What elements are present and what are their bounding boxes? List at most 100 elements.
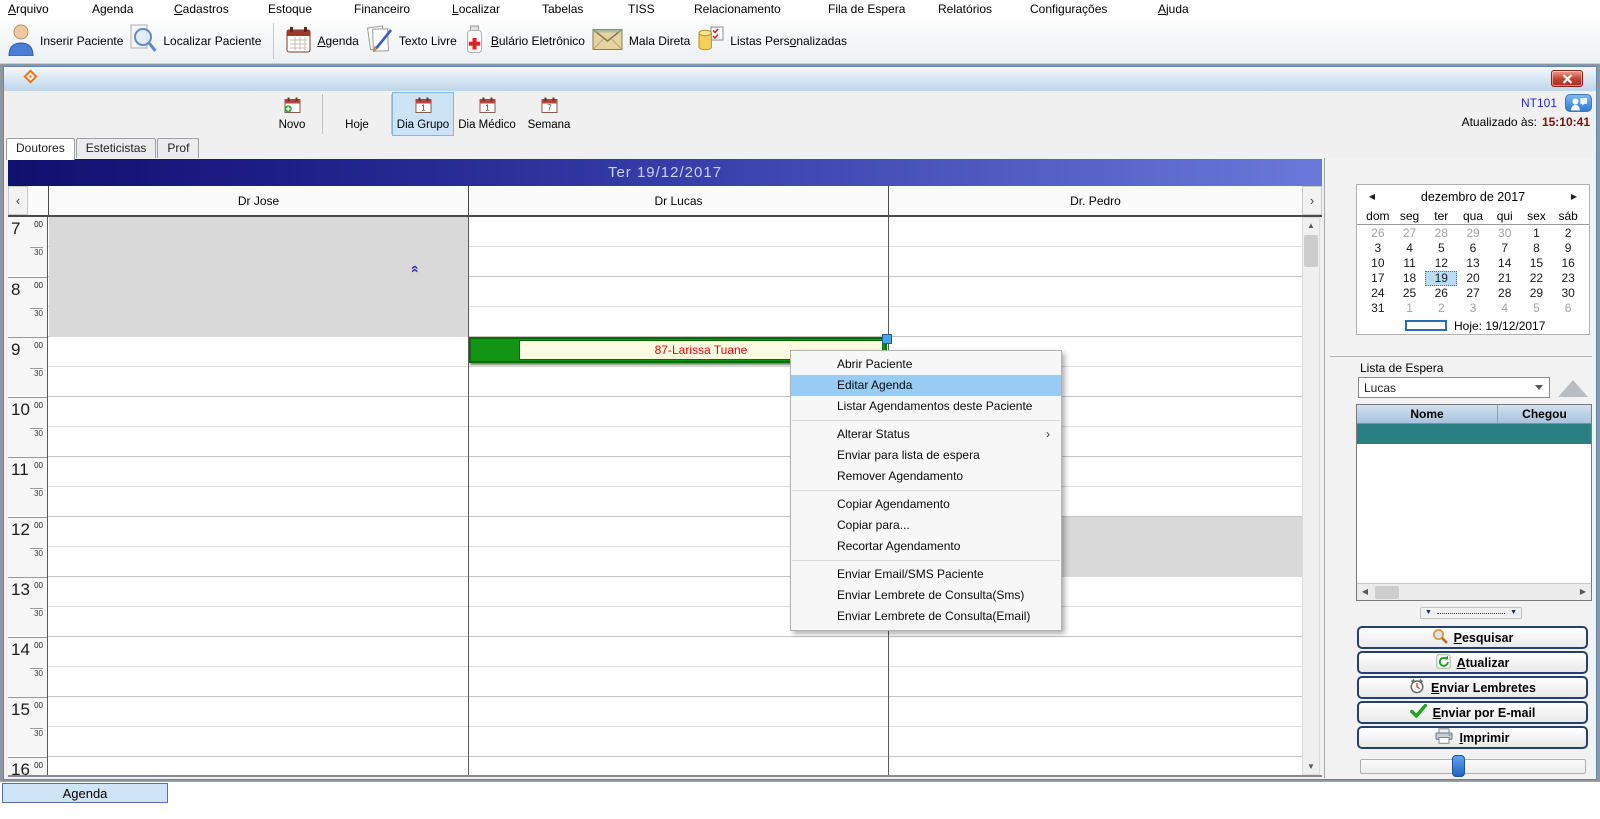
view-button-semana[interactable]: 7 Semana <box>520 92 578 136</box>
toolbar-item-texto-livre[interactable]: Texto Livre <box>366 25 457 57</box>
calendar-day-23[interactable]: 23 <box>1552 272 1584 285</box>
calendar-prev-icon[interactable]: ◀ <box>1366 192 1378 201</box>
view-button-novo[interactable]: Novo <box>262 92 322 136</box>
context-item-enviar-email-sms-paciente[interactable]: Enviar Email/SMS Paciente <box>791 564 1061 585</box>
menu-configura-es[interactable]: Configurações <box>1030 2 1107 16</box>
appointment-resize-handle[interactable] <box>882 334 892 344</box>
waiting-list-hscrollbar[interactable]: ◀ ▶ <box>1357 583 1591 600</box>
calendar-day-12[interactable]: 12 <box>1425 257 1457 270</box>
context-item-remover-agendamento[interactable]: Remover Agendamento <box>791 466 1061 487</box>
view-button-dia-m-dico[interactable]: 1 Dia Médico <box>454 92 520 136</box>
calendar-day-11[interactable]: 11 <box>1394 257 1426 270</box>
calendar-day-5[interactable]: 5 <box>1521 302 1553 315</box>
mini-calendar[interactable]: ◀ dezembro de 2017 ▶ dom seg ter qua qui sex s… <box>1356 184 1590 335</box>
menu-tiss[interactable]: TISS <box>628 2 655 16</box>
context-item-enviar-lembrete-de-consulta-sms[interactable]: Enviar Lembrete de Consulta(Sms) <box>791 585 1061 606</box>
toolbar-item-inserir-paciente[interactable]: Inserir Paciente <box>8 23 123 59</box>
calendar-day-19[interactable]: 19 <box>1425 271 1458 286</box>
zoom-slider-handle[interactable] <box>1452 755 1465 777</box>
calendar-day-29[interactable]: 29 <box>1457 227 1489 240</box>
calendar-day-10[interactable]: 10 <box>1362 257 1394 270</box>
menu-tabelas[interactable]: Tabelas <box>542 2 583 16</box>
move-up-icon[interactable] <box>1558 380 1588 397</box>
column-header-dr-jose[interactable]: Dr Jose <box>48 186 468 215</box>
calendar-day-3[interactable]: 3 <box>1457 302 1489 315</box>
scroll-up-icon[interactable]: ▲ <box>1304 218 1318 233</box>
context-item-enviar-para-lista-de-espera[interactable]: Enviar para lista de espera <box>791 445 1061 466</box>
button-pesquisar[interactable]: Pesquisar <box>1357 626 1588 649</box>
menu-localizar[interactable]: Localizar <box>452 2 500 16</box>
calendar-day-7[interactable]: 7 <box>1489 242 1521 255</box>
context-item-enviar-lembrete-de-consulta-email[interactable]: Enviar Lembrete de Consulta(Email) <box>791 606 1061 627</box>
button-atualizar[interactable]: Atualizar <box>1357 651 1588 674</box>
button-enviar-por-e-mail[interactable]: Enviar por E-mail <box>1357 701 1588 724</box>
toolbar-item-mala-direta[interactable]: Mala Direta <box>592 27 690 55</box>
menu-relat-rios[interactable]: Relatórios <box>938 2 992 16</box>
scroll-left-icon[interactable]: ◀ <box>1357 584 1373 600</box>
calendar-day-16[interactable]: 16 <box>1552 257 1584 270</box>
context-item-listar-agendamentos-deste-paciente[interactable]: Listar Agendamentos deste Paciente <box>791 396 1061 417</box>
menu-ajuda[interactable]: Ajuda <box>1158 2 1189 16</box>
calendar-day-1[interactable]: 1 <box>1521 227 1553 240</box>
context-item-abrir-paciente[interactable]: Abrir Paciente <box>791 354 1061 375</box>
calendar-day-3[interactable]: 3 <box>1362 242 1394 255</box>
calendar-day-27[interactable]: 27 <box>1457 287 1489 300</box>
tab-esteticistas[interactable]: Esteticistas <box>75 138 157 158</box>
menu-arquivo[interactable]: Arquivo <box>8 2 49 16</box>
calendar-day-4[interactable]: 4 <box>1394 242 1426 255</box>
calendar-day-26[interactable]: 26 <box>1425 287 1457 300</box>
calendar-day-26[interactable]: 26 <box>1362 227 1394 240</box>
agenda-titlebar[interactable] <box>4 67 1596 91</box>
button-imprimir[interactable]: Imprimir <box>1357 726 1588 749</box>
scroll-thumb[interactable] <box>1375 586 1399 599</box>
waiting-col-nome[interactable]: Nome <box>1357 405 1497 423</box>
menu-fila-de-espera[interactable]: Fila de Espera <box>828 2 905 16</box>
calendar-day-4[interactable]: 4 <box>1489 302 1521 315</box>
menu-agenda[interactable]: Agenda <box>92 2 133 16</box>
calendar-day-20[interactable]: 20 <box>1457 272 1489 285</box>
calendar-day-28[interactable]: 28 <box>1425 227 1457 240</box>
view-button-dia-grupo[interactable]: 1 Dia Grupo <box>392 92 454 136</box>
context-item-copiar-para[interactable]: Copiar para... <box>791 515 1061 536</box>
calendar-day-31[interactable]: 31 <box>1362 302 1394 315</box>
calendar-day-1[interactable]: 1 <box>1394 302 1426 315</box>
calendar-day-8[interactable]: 8 <box>1521 242 1553 255</box>
calendar-day-22[interactable]: 22 <box>1521 272 1553 285</box>
calendar-day-30[interactable]: 30 <box>1489 227 1521 240</box>
calendar-day-13[interactable]: 13 <box>1457 257 1489 270</box>
waiting-col-chegou[interactable]: Chegou <box>1497 405 1591 423</box>
close-button[interactable] <box>1551 70 1583 87</box>
calendar-day-28[interactable]: 28 <box>1489 287 1521 300</box>
context-item-editar-agenda[interactable]: Editar Agenda <box>791 375 1061 396</box>
panel-splitter[interactable]: ▼ ▼ <box>1420 607 1522 619</box>
grid-vertical-scrollbar[interactable]: ▲ ▼ <box>1302 217 1320 775</box>
calendar-day-15[interactable]: 15 <box>1521 257 1553 270</box>
calendar-day-2[interactable]: 2 <box>1425 302 1457 315</box>
zoom-slider-track[interactable] <box>1360 759 1586 774</box>
scroll-columns-left[interactable]: ‹ <box>8 186 28 215</box>
calendar-day-14[interactable]: 14 <box>1489 257 1521 270</box>
calendar-day-21[interactable]: 21 <box>1489 272 1521 285</box>
calendar-day-30[interactable]: 30 <box>1552 287 1584 300</box>
expand-up-icon[interactable]: « <box>408 265 424 273</box>
button-enviar-lembretes[interactable]: Enviar Lembretes <box>1357 676 1588 699</box>
calendar-day-5[interactable]: 5 <box>1425 242 1457 255</box>
column-header-dr-pedro[interactable]: Dr. Pedro <box>888 186 1302 215</box>
toolbar-item-bul-rio-eletr-nico[interactable]: Bulário Eletrônico <box>464 25 585 57</box>
scroll-right-icon[interactable]: ▶ <box>1575 584 1591 600</box>
menu-relacionamento[interactable]: Relacionamento <box>694 2 781 16</box>
context-item-recortar-agendamento[interactable]: Recortar Agendamento <box>791 536 1061 557</box>
context-item-alterar-status[interactable]: Alterar Status › <box>791 424 1061 445</box>
tab-prof[interactable]: Prof <box>157 138 200 158</box>
column-header-dr-lucas[interactable]: Dr Lucas <box>468 186 888 215</box>
context-item-copiar-agendamento[interactable]: Copiar Agendamento <box>791 494 1061 515</box>
menu-financeiro[interactable]: Financeiro <box>354 2 410 16</box>
calendar-day-9[interactable]: 9 <box>1552 242 1584 255</box>
calendar-day-18[interactable]: 18 <box>1394 272 1426 285</box>
bottom-tab-agenda[interactable]: Agenda <box>2 783 168 803</box>
waiting-list-selected-row[interactable] <box>1357 424 1591 444</box>
calendar-day-17[interactable]: 17 <box>1362 272 1394 285</box>
calendar-day-29[interactable]: 29 <box>1521 287 1553 300</box>
scroll-down-icon[interactable]: ▼ <box>1304 759 1318 774</box>
calendar-next-icon[interactable]: ▶ <box>1568 192 1580 201</box>
